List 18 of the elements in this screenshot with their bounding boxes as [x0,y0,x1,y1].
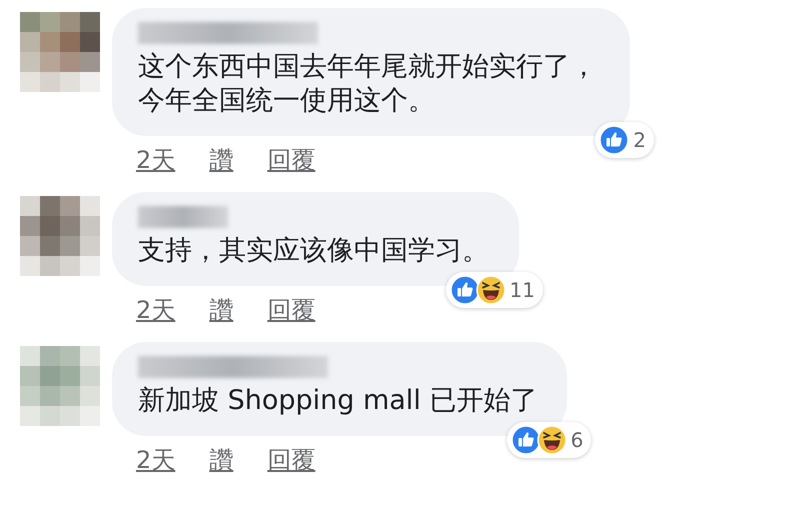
reaction-count: 11 [510,278,535,302]
comment-text: 这个东西中国去年年尾就开始实行了，今年全国统一使用这个。 [138,50,598,118]
reaction-count-badge[interactable]: 11 [446,272,543,308]
reply-link[interactable]: 回覆 [267,144,316,176]
reaction-count: 2 [633,128,646,152]
reply-link[interactable]: 回覆 [267,294,316,326]
like-link[interactable]: 讚 [209,144,234,176]
time-link[interactable]: 2天 [136,144,176,176]
reaction-count: 6 [570,428,584,452]
time-link[interactable]: 2天 [136,294,176,326]
time-link[interactable]: 2天 [136,444,176,476]
reply-link[interactable]: 回覆 [267,444,316,476]
comment-text: 支持，其实应该像中国学习。 [138,234,489,268]
comment-text: 新加坡 Shopping mall 已开始了 [138,384,538,418]
like-link[interactable]: 讚 [209,294,234,326]
like-link[interactable]: 讚 [209,444,234,476]
reaction-count-badge[interactable]: 2 [595,122,654,158]
reaction-count-badge[interactable]: 6 [506,422,592,458]
